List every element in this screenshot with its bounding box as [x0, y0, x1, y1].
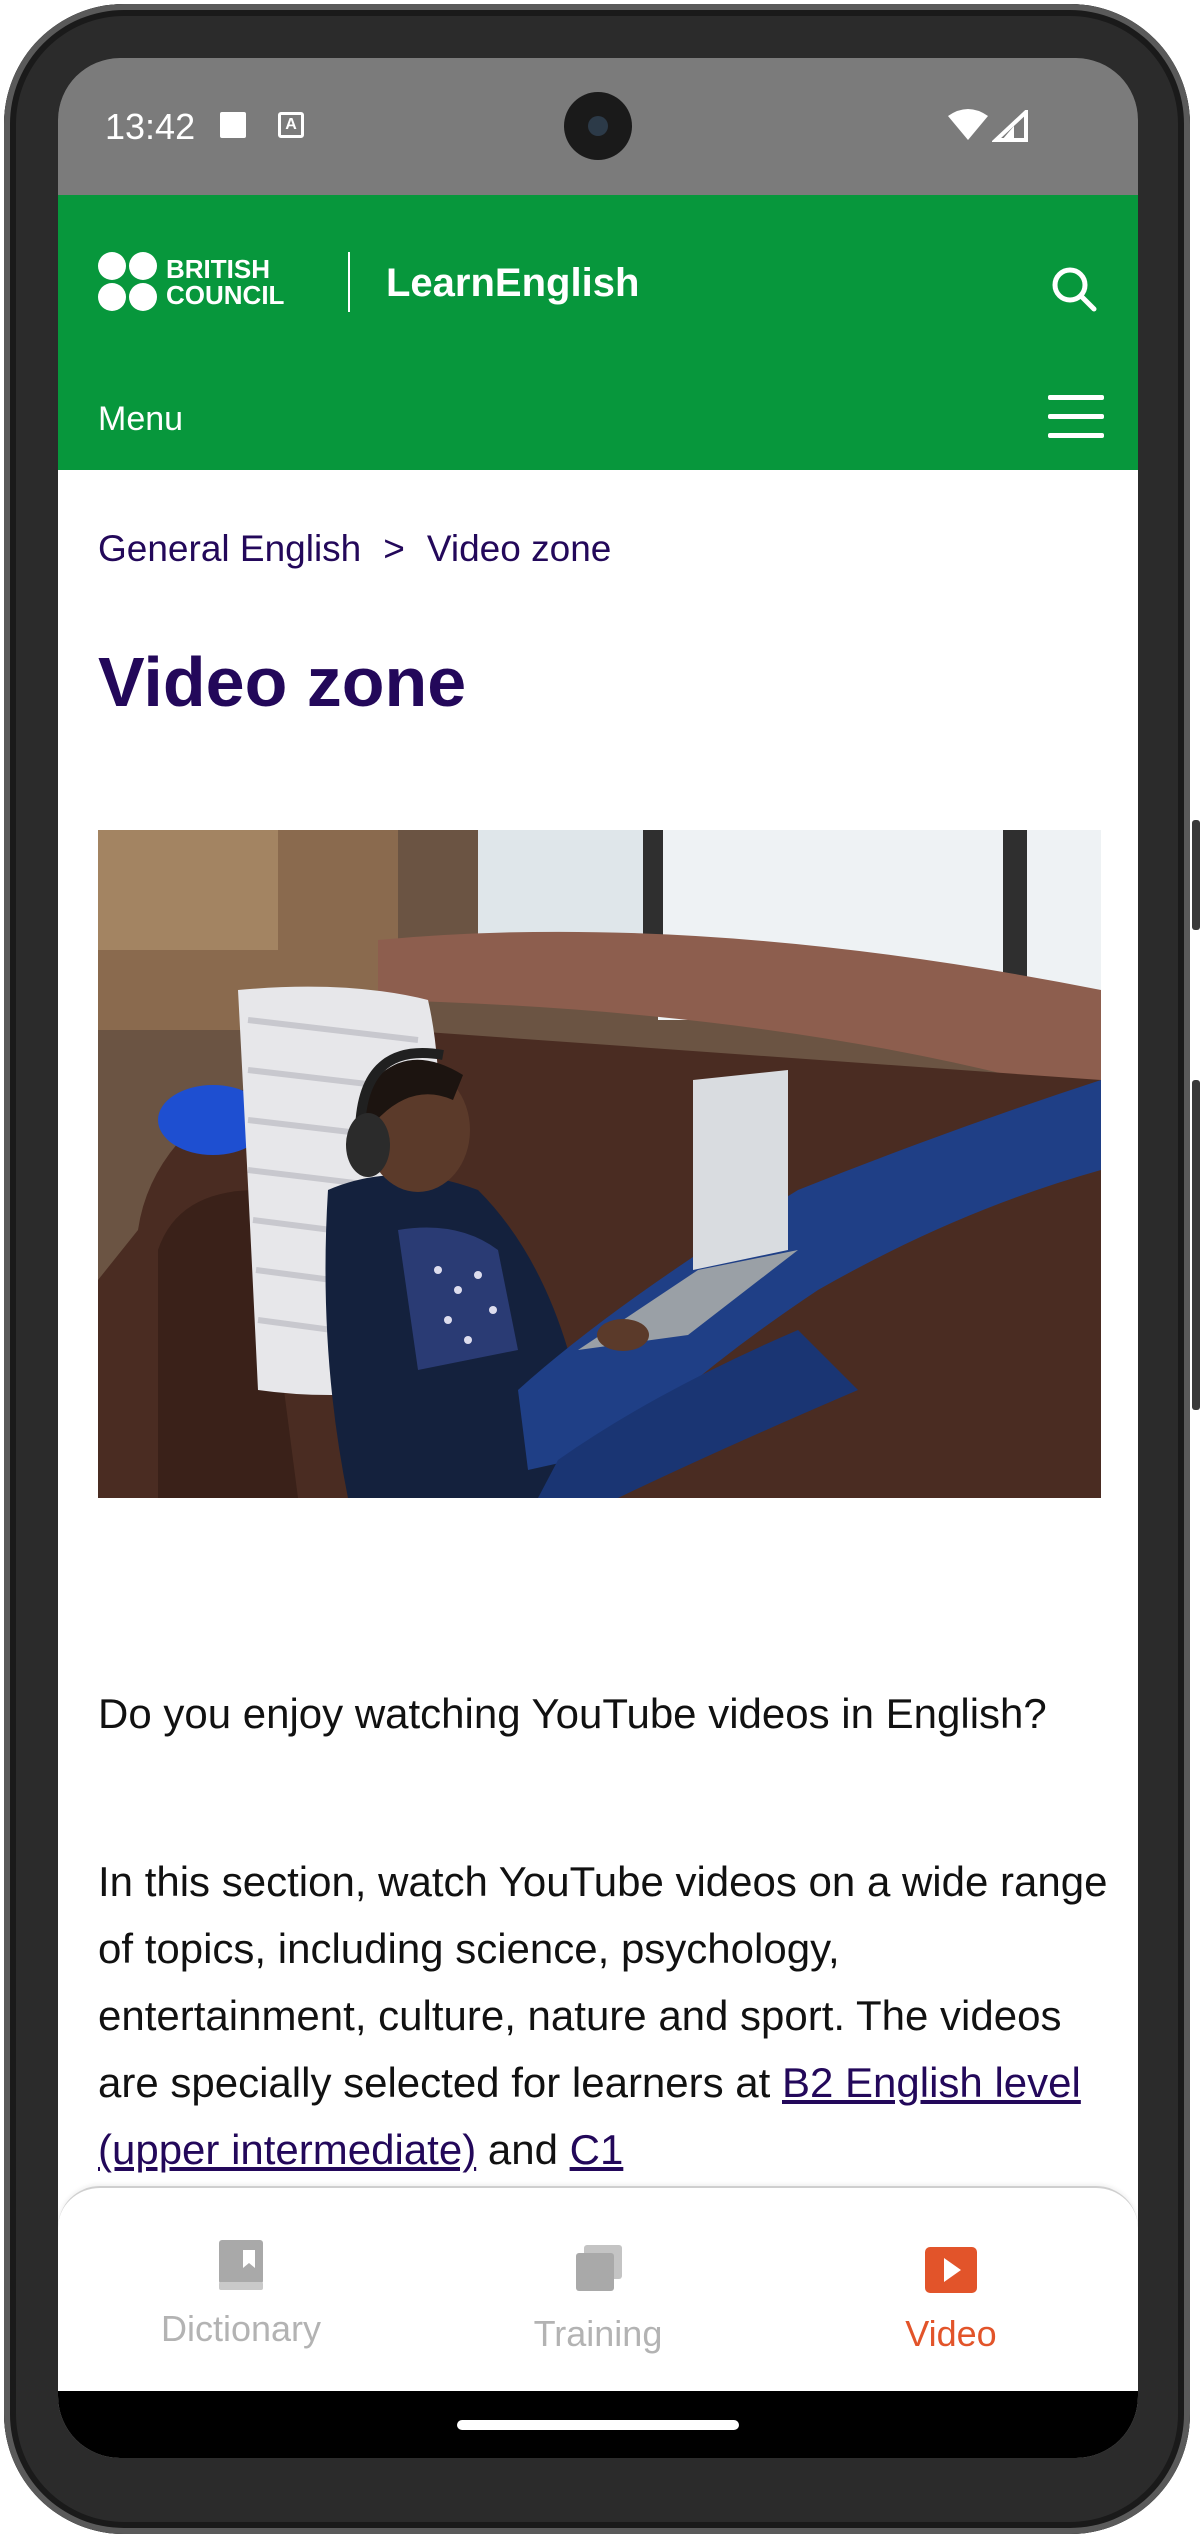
site-title[interactable]: LearnEnglish	[386, 261, 639, 306]
nav-item-video[interactable]: Video	[821, 2243, 1081, 2355]
breadcrumb-separator: >	[383, 528, 405, 569]
home-gesture-bar[interactable]	[457, 2420, 739, 2430]
status-bar: 13:42 A	[58, 58, 1138, 195]
hamburger-menu-icon[interactable]	[1048, 395, 1104, 439]
status-time: 13:42	[105, 106, 196, 147]
power-button	[1192, 1080, 1200, 1410]
signal-icon	[992, 110, 1028, 142]
wifi-icon	[948, 109, 988, 140]
nav-item-dictionary[interactable]: Dictionary	[111, 2238, 371, 2350]
volume-button	[1192, 820, 1200, 930]
notification-square-icon	[220, 112, 246, 138]
logo-divider	[348, 252, 350, 312]
logo-text: BRITISH COUNCIL	[166, 254, 285, 310]
nav-label-training: Training	[533, 2313, 663, 2354]
screen: 13:42 A BRITISH COUNCIL LearnEnglish Men…	[58, 58, 1138, 2458]
book-icon	[219, 2240, 263, 2290]
hero-image	[98, 830, 1101, 1498]
page-title: Video zone	[98, 643, 467, 721]
link-c1-level[interactable]: C1	[570, 2126, 624, 2173]
phone-frame: 13:42 A BRITISH COUNCIL LearnEnglish Men…	[0, 0, 1200, 2541]
nav-label-dictionary: Dictionary	[160, 2308, 322, 2349]
british-council-logo[interactable]: BRITISH COUNCIL	[98, 252, 308, 312]
play-icon	[925, 2247, 977, 2293]
nav-item-training[interactable]: Training	[468, 2243, 728, 2355]
menu-label[interactable]: Menu	[98, 400, 183, 439]
breadcrumb-link-general-english[interactable]: General English	[98, 528, 361, 569]
body-text-part-2: and	[476, 2126, 570, 2173]
notification-a-icon: A	[278, 112, 304, 138]
cards-icon	[576, 2245, 622, 2291]
body-paragraph: In this section, watch YouTube videos on…	[98, 1848, 1108, 2183]
site-header: BRITISH COUNCIL LearnEnglish Menu	[58, 195, 1138, 470]
breadcrumb: General English > Video zone	[98, 528, 611, 570]
logo-dots-icon	[98, 252, 158, 312]
search-icon[interactable]	[1048, 263, 1100, 315]
front-camera	[564, 92, 632, 160]
nav-label-video: Video	[905, 2313, 997, 2354]
breadcrumb-current[interactable]: Video zone	[427, 528, 611, 569]
main-content: General English > Video zone Video zone	[58, 470, 1138, 2458]
intro-paragraph: Do you enjoy watching YouTube videos in …	[98, 1690, 1047, 1737]
bottom-navigation: Dictionary Training Video	[58, 2186, 1138, 2393]
